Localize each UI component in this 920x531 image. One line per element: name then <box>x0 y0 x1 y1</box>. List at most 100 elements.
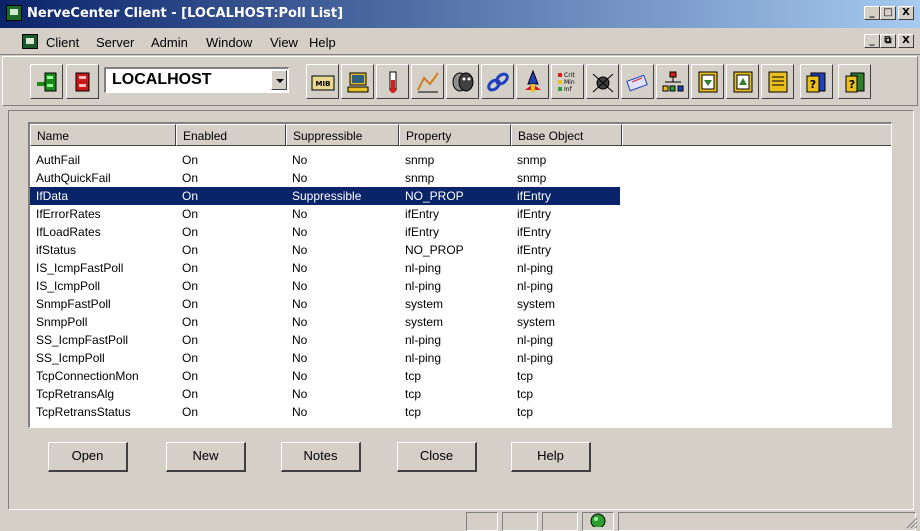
cell-suppressible: No <box>292 207 308 221</box>
cell-name: IfData <box>36 189 69 203</box>
behavior-model-button[interactable] <box>446 64 479 99</box>
column-header-enabled[interactable]: Enabled <box>176 124 286 146</box>
column-header-filler <box>622 124 891 146</box>
child-minimize-button[interactable]: _ <box>864 34 880 48</box>
new-button[interactable]: New <box>166 442 246 472</box>
menu-bar: Client Server Admin Window View Help _ ⧉… <box>0 29 920 55</box>
menu-help[interactable]: Help <box>309 35 336 50</box>
cell-name: ifStatus <box>36 243 77 257</box>
menu-server[interactable]: Server <box>96 35 134 50</box>
poll-list-button[interactable] <box>481 64 514 99</box>
title-bar[interactable]: NerveCenter Client - [LOCALHOST:Poll Lis… <box>0 0 920 28</box>
table-row[interactable]: IfData On Suppressible NO_PROP ifEntry <box>30 186 621 206</box>
cell-enabled: On <box>182 207 199 221</box>
cell-property: tcp <box>405 405 422 419</box>
cell-name: IfErrorRates <box>36 207 101 221</box>
import-button[interactable] <box>691 64 724 99</box>
child-restore-button[interactable]: ⧉ <box>880 34 896 48</box>
table-row[interactable]: SnmpFastPoll On No system system <box>30 295 620 313</box>
cell-enabled: On <box>182 369 199 383</box>
open-button[interactable]: Open <box>48 442 128 472</box>
table-row[interactable]: IfErrorRates On No ifEntry ifEntry <box>30 205 620 223</box>
node-tree-button[interactable] <box>656 64 689 99</box>
svg-text:MIB: MIB <box>316 80 331 88</box>
column-header-base-object[interactable]: Base Object <box>511 124 622 146</box>
cell-suppressible: No <box>292 369 308 383</box>
column-header-suppressible[interactable]: Suppressible <box>286 124 399 146</box>
cell-base-object: ifEntry <box>517 207 552 221</box>
menu-client[interactable]: Client <box>46 35 79 50</box>
cell-base-object: tcp <box>517 387 534 401</box>
table-row[interactable]: SS_IcmpPoll On No nl-ping nl-ping <box>30 349 620 367</box>
minimize-button[interactable]: _ <box>864 6 880 20</box>
menu-window[interactable]: Window <box>206 35 252 50</box>
cell-base-object: snmp <box>517 153 547 167</box>
cell-property: nl-ping <box>405 351 442 365</box>
action-router-button[interactable] <box>516 64 549 99</box>
chevron-down-icon[interactable] <box>271 70 287 90</box>
close-button[interactable]: X <box>898 6 914 20</box>
svg-text:Inf: Inf <box>564 86 573 93</box>
cell-base-object: ifEntry <box>517 189 552 203</box>
plug-icon <box>37 72 57 92</box>
property-group-button[interactable] <box>376 64 409 99</box>
resize-grip-icon[interactable] <box>904 515 918 529</box>
cell-property: nl-ping <box>405 333 442 347</box>
list-icon <box>768 71 788 93</box>
notes-button[interactable]: Notes <box>281 442 361 472</box>
connect-button[interactable] <box>30 64 63 99</box>
disconnect-button[interactable] <box>66 64 99 99</box>
svg-text:Min: Min <box>564 79 575 86</box>
severity-button[interactable]: Crit Min Inf <box>551 64 584 99</box>
cell-suppressible: No <box>292 153 308 167</box>
table-row[interactable]: SS_IcmpFastPoll On No nl-ping nl-ping <box>30 331 620 349</box>
cell-enabled: On <box>182 189 199 203</box>
cell-name: IS_IcmpFastPoll <box>36 261 124 275</box>
cell-enabled: On <box>182 387 199 401</box>
cell-name: TcpConnectionMon <box>36 369 139 383</box>
column-header-property[interactable]: Property <box>399 124 511 146</box>
chart-icon <box>417 72 439 93</box>
table-row[interactable]: TcpRetransAlg On No tcp tcp <box>30 385 620 403</box>
node-list-button[interactable] <box>341 64 374 99</box>
mib-button[interactable]: MIB <box>306 64 339 99</box>
table-row[interactable]: IS_IcmpFastPoll On No nl-ping nl-ping <box>30 259 620 277</box>
cell-enabled: On <box>182 243 199 257</box>
table-row[interactable]: SnmpPoll On No system system <box>30 313 620 331</box>
table-row[interactable]: TcpConnectionMon On No tcp tcp <box>30 367 620 385</box>
table-row[interactable]: AuthQuickFail On No snmp snmp <box>30 169 620 187</box>
rocket-icon <box>525 70 541 92</box>
maximize-button[interactable]: □ <box>880 6 896 20</box>
help-contents-button[interactable]: ? <box>800 64 833 99</box>
context-help-button[interactable]: ? <box>838 64 871 99</box>
perl-subroutine-button[interactable] <box>621 64 654 99</box>
column-header-name[interactable]: Name <box>30 124 176 146</box>
alarm-summary-button[interactable] <box>411 64 444 99</box>
table-row[interactable]: AuthFail On No snmp snmp <box>30 151 620 169</box>
table-row[interactable]: TcpRetransStatus On No tcp tcp <box>30 403 620 421</box>
child-close-button[interactable]: X <box>898 34 914 48</box>
cell-name: AuthQuickFail <box>36 171 111 185</box>
app-icon[interactable] <box>6 5 22 21</box>
table-row[interactable]: IS_IcmpPoll On No nl-ping nl-ping <box>30 277 620 295</box>
cell-enabled: On <box>182 297 199 311</box>
help-button[interactable]: Help <box>511 442 591 472</box>
table-row[interactable]: ifStatus On No NO_PROP ifEntry <box>30 241 620 259</box>
server-select[interactable]: LOCALHOST <box>104 67 289 93</box>
poll-list-table[interactable]: Name Enabled Suppressible Property Base … <box>28 122 892 428</box>
export-icon <box>733 71 753 93</box>
export-button[interactable] <box>726 64 759 99</box>
menu-view[interactable]: View <box>270 35 298 50</box>
log-button[interactable] <box>761 64 794 99</box>
table-row[interactable]: IfLoadRates On No ifEntry ifEntry <box>30 223 620 241</box>
menu-admin[interactable]: Admin <box>151 35 188 50</box>
close-list-button[interactable]: Close <box>397 442 477 472</box>
cell-property: ifEntry <box>405 207 440 221</box>
cell-suppressible: No <box>292 333 308 347</box>
document-icon[interactable] <box>22 34 38 49</box>
cell-base-object: system <box>517 297 556 311</box>
trap-mask-button[interactable] <box>586 64 619 99</box>
cell-property: nl-ping <box>405 261 442 275</box>
status-pane-5 <box>618 512 916 531</box>
scroll-icon <box>626 74 648 92</box>
